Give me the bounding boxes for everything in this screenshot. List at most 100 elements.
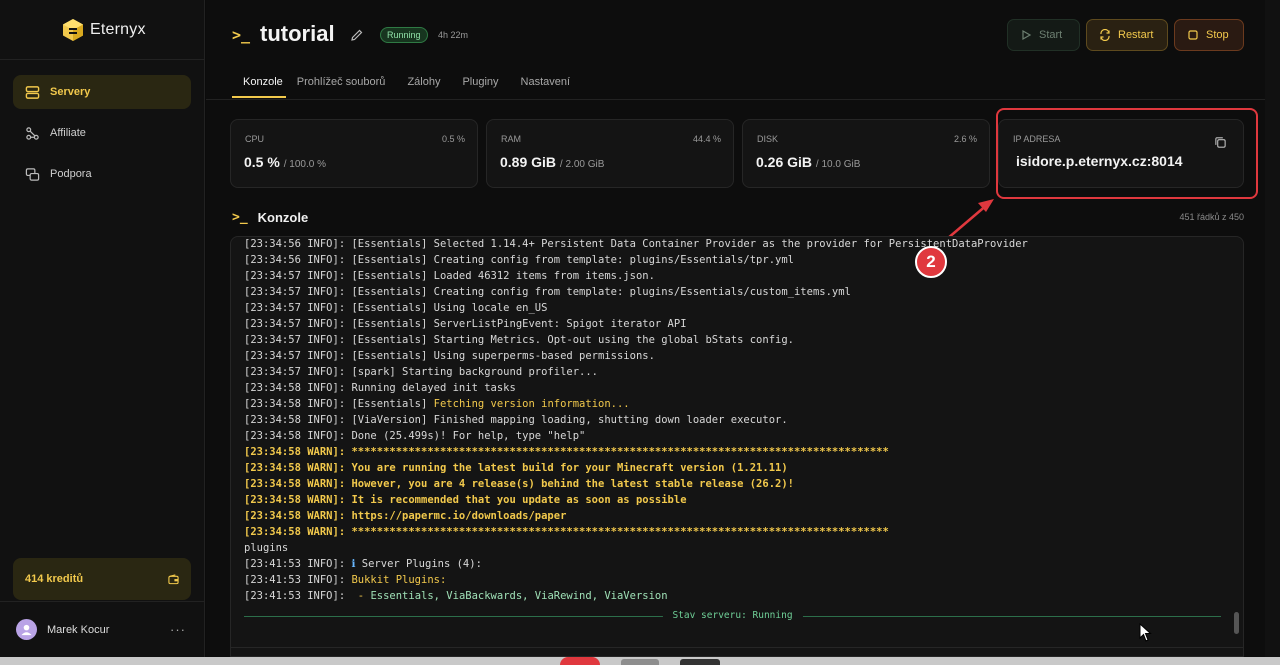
sidebar-item-label: Affiliate [50, 127, 86, 139]
page-title: tutorial [260, 21, 335, 46]
console-text: [23:34:58 INFO]: [244, 430, 352, 442]
console-line: [23:34:58 INFO]: Done (25.499s)! For hel… [244, 428, 1227, 444]
logo[interactable]: Eternyx [62, 18, 146, 42]
console-line: plugins [244, 540, 1227, 556]
console-text: [23:34:58 INFO]: [244, 382, 352, 394]
console-output[interactable]: [23:34:56 INFO]: [Essentials] Selected 1… [230, 236, 1244, 657]
console-text: [23:34:58 INFO]: [244, 414, 352, 426]
console-text: [23:34:56 INFO]: [244, 238, 352, 250]
disk-card: DISK 2.6 % 0.26 GiB / 10.0 GiB [742, 119, 990, 188]
uptime: 4h 22m [438, 30, 469, 40]
console-line: [23:34:58 WARN]: ***********************… [244, 444, 1227, 460]
main-content: >_ tutorial Running 4h 22m Start Restart… [206, 0, 1280, 657]
console-title: Konzole [257, 210, 309, 225]
taskbar-app-icon[interactable] [560, 657, 600, 665]
disk-label: DISK [757, 134, 779, 144]
ram-value: 0.89 GiB [500, 154, 557, 170]
cpu-percent: 0.5 % [441, 134, 465, 144]
play-icon [1022, 29, 1032, 41]
console-line: [23:34:58 WARN]: However, you are 4 rele… [244, 476, 1227, 492]
user-profile[interactable]: Marek Kocur ··· [16, 619, 186, 640]
console-line: [23:34:58 INFO]: [Essentials] Fetching v… [244, 396, 1227, 412]
console-text: [23:34:57 INFO]: [244, 302, 352, 314]
sidebar-item-podpora[interactable]: Podpora [13, 157, 191, 191]
app-name: Eternyx [90, 21, 146, 38]
divider [206, 99, 1280, 100]
console-line: [23:34:58 WARN]: https://papermc.io/down… [244, 508, 1227, 524]
console-text: [Essentials] Using locale en_US [351, 302, 548, 314]
restart-button[interactable]: Restart [1086, 19, 1168, 51]
wallet-icon[interactable] [168, 573, 179, 585]
start-button[interactable]: Start [1007, 19, 1080, 51]
annotation-highlight-box [996, 108, 1258, 199]
console-text: [spark] Starting background profiler... [351, 366, 599, 378]
console-text: [23:34:57 INFO]: [244, 334, 352, 346]
console-text: ****************************************… [351, 526, 889, 538]
affiliate-icon [26, 126, 39, 140]
ram-card: RAM 44.4 % 0.89 GiB / 2.00 GiB [486, 119, 734, 188]
taskbar-app-icon[interactable] [621, 659, 659, 665]
console-line: [23:34:57 INFO]: [spark] Starting backgr… [244, 364, 1227, 380]
tab-bar: Konzole Prohlížeč souborů Zálohy Pluginy… [232, 66, 581, 98]
ram-label: RAM [501, 134, 521, 144]
sidebar: Eternyx Servery Affiliate Podpora 414 kr… [0, 0, 205, 657]
scrollbar[interactable] [1234, 612, 1239, 634]
console-text: [Essentials] ServerListPingEvent: Spigot… [351, 318, 687, 330]
console-line: [23:34:58 WARN]: ***********************… [244, 524, 1227, 540]
cpu-value: 0.5 % [244, 154, 280, 170]
tab-plugins[interactable]: Pluginy [451, 66, 509, 98]
console-line: [23:34:56 INFO]: [Essentials] Creating c… [244, 252, 1227, 268]
annotation-number-badge: 2 [915, 246, 947, 278]
tab-konzole[interactable]: Konzole [232, 66, 286, 98]
console-text: [23:34:57 INFO]: [244, 286, 352, 298]
sidebar-item-affiliate[interactable]: Affiliate [13, 116, 191, 150]
console-line: [23:34:57 INFO]: [Essentials] Loaded 463… [244, 268, 1227, 284]
cpu-max: / 100.0 % [283, 159, 326, 170]
console-text: [Essentials] Creating config from templa… [351, 254, 794, 266]
divider [0, 59, 204, 60]
stop-button[interactable]: Stop [1174, 19, 1244, 51]
console-text: [23:34:56 INFO]: [244, 254, 352, 266]
console-text: plugins [244, 542, 289, 554]
console-text: However, you are 4 release(s) behind the… [351, 478, 794, 490]
console-text: [23:34:58 WARN]: [244, 526, 352, 538]
console-log: [23:34:56 INFO]: [Essentials] Selected 1… [244, 237, 1227, 604]
console-text: [23:34:57 INFO]: [244, 318, 352, 330]
taskbar-app-icon[interactable] [680, 659, 720, 665]
console-text: Fetching version information... [433, 398, 630, 410]
console-line: [23:34:57 INFO]: [Essentials] ServerList… [244, 316, 1227, 332]
more-icon[interactable]: ··· [170, 622, 186, 637]
console-line: [23:41:53 INFO]: Bukkit Plugins: [244, 572, 1227, 588]
tab-settings[interactable]: Nastavení [510, 66, 582, 98]
user-name: Marek Kocur [47, 623, 110, 636]
terminal-icon: >_ [232, 210, 248, 225]
start-label: Start [1039, 29, 1063, 41]
line-count: 451 řádků z 450 [1179, 212, 1244, 222]
console-text: [23:34:58 WARN]: [244, 494, 352, 506]
server-icon [25, 85, 40, 99]
console-line: [23:34:58 INFO]: Running delayed init ta… [244, 380, 1227, 396]
restart-label: Restart [1118, 29, 1154, 41]
sidebar-item-label: Podpora [50, 168, 92, 180]
ram-value-row: 0.89 GiB / 2.00 GiB [500, 154, 604, 170]
pencil-icon[interactable] [350, 28, 364, 42]
credits-box[interactable]: 414 kreditů [13, 558, 191, 600]
user-avatar-icon [21, 624, 32, 636]
cpu-label: CPU [245, 134, 265, 144]
console-text: Bukkit Plugins: [351, 574, 447, 586]
console-text: [23:34:58 WARN]: [244, 446, 352, 458]
restart-icon [1100, 29, 1110, 41]
divider [231, 647, 1243, 648]
sidebar-nav: Servery Affiliate Podpora [13, 75, 191, 198]
window-edge [1265, 0, 1280, 657]
tab-file-browser[interactable]: Prohlížeč souborů [286, 66, 397, 98]
tab-backups[interactable]: Zálohy [396, 66, 451, 98]
console-text: [Essentials] Creating config from templa… [351, 286, 851, 298]
console-line: [23:34:57 INFO]: [Essentials] Creating c… [244, 284, 1227, 300]
divider [0, 601, 204, 602]
console-line: [23:41:53 INFO]: ℹ Server Plugins (4): [244, 556, 1227, 572]
cpu-card: CPU 0.5 % 0.5 % / 100.0 % [230, 119, 478, 188]
console-line: [23:34:56 INFO]: [Essentials] Selected 1… [244, 237, 1227, 252]
sidebar-item-servery[interactable]: Servery [13, 75, 191, 109]
console-line: [23:34:58 WARN]: You are running the lat… [244, 460, 1227, 476]
